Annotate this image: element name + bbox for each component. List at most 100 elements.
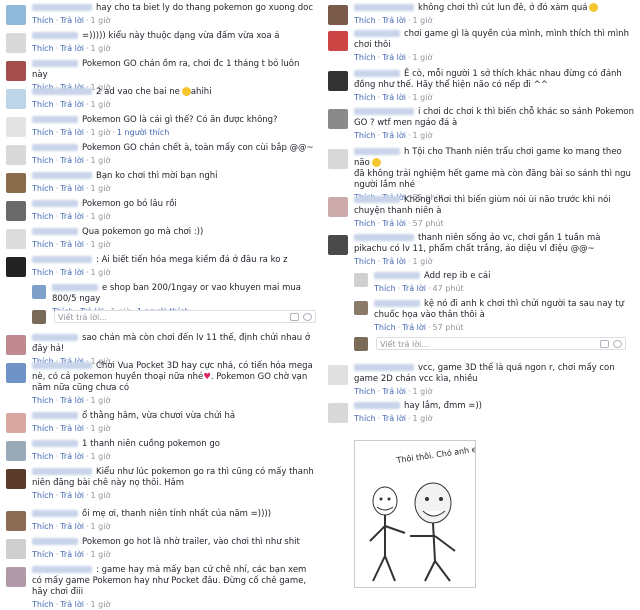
like-link[interactable]: Thích — [32, 128, 54, 137]
commenter-name[interactable] — [32, 32, 78, 39]
avatar[interactable] — [6, 145, 26, 165]
avatar[interactable] — [32, 285, 46, 299]
commenter-name[interactable] — [32, 256, 92, 263]
avatar[interactable] — [328, 5, 348, 25]
like-link[interactable]: Thích — [374, 284, 396, 293]
reply-link[interactable]: Trả lời — [382, 53, 406, 62]
reply-link[interactable]: Trả lời — [60, 212, 84, 221]
avatar[interactable] — [6, 229, 26, 249]
like-link[interactable]: Thích — [354, 16, 376, 25]
like-link[interactable]: Thích — [354, 131, 376, 140]
avatar[interactable] — [328, 235, 348, 255]
commenter-name[interactable] — [354, 196, 400, 203]
reply-link[interactable]: Trả lời — [382, 414, 406, 423]
commenter-name[interactable] — [32, 172, 92, 179]
avatar[interactable] — [328, 403, 348, 423]
reply-link[interactable]: Trả lời — [60, 600, 84, 609]
commenter-name[interactable] — [32, 538, 78, 545]
commenter-name[interactable] — [32, 440, 78, 447]
avatar[interactable] — [354, 301, 368, 315]
commenter-name[interactable] — [52, 284, 98, 291]
commenter-name[interactable] — [354, 30, 400, 37]
commenter-name[interactable] — [32, 88, 92, 95]
commenter-name[interactable] — [374, 272, 420, 279]
commenter-name[interactable] — [32, 510, 78, 517]
commenter-name[interactable] — [32, 116, 78, 123]
like-link[interactable]: Thích — [374, 323, 396, 332]
commenter-name[interactable] — [32, 566, 92, 573]
reply-link[interactable]: Trả lời — [60, 424, 84, 433]
commenter-name[interactable] — [32, 362, 92, 369]
avatar[interactable] — [6, 441, 26, 461]
avatar[interactable] — [328, 149, 348, 169]
like-link[interactable]: Thích — [32, 156, 54, 165]
like-link[interactable]: Thích — [32, 100, 54, 109]
commenter-name[interactable] — [32, 468, 92, 475]
like-link[interactable]: Thích — [32, 522, 54, 531]
like-link[interactable]: Thích — [354, 257, 376, 266]
reply-link[interactable]: Trả lời — [382, 93, 406, 102]
reply-input[interactable]: Viết trả lời... — [54, 310, 316, 323]
avatar[interactable] — [6, 89, 26, 109]
commenter-name[interactable] — [32, 200, 78, 207]
reply-link[interactable]: Trả lời — [382, 219, 406, 228]
commenter-name[interactable] — [354, 402, 400, 409]
avatar[interactable] — [6, 173, 26, 193]
like-link[interactable]: Thích — [354, 53, 376, 62]
reply-link[interactable]: Trả lời — [60, 16, 84, 25]
like-link[interactable]: Thích — [32, 184, 54, 193]
avatar[interactable] — [6, 117, 26, 137]
like-link[interactable]: Thích — [354, 93, 376, 102]
like-count-link[interactable]: 1 người thích — [117, 128, 169, 137]
avatar[interactable] — [6, 33, 26, 53]
reply-link[interactable]: Trả lời — [60, 44, 84, 53]
commenter-name[interactable] — [32, 228, 78, 235]
avatar[interactable] — [6, 257, 26, 277]
sticker-icon[interactable] — [613, 340, 622, 348]
like-link[interactable]: Thích — [32, 600, 54, 609]
reply-link[interactable]: Trả lời — [402, 323, 426, 332]
reply-link[interactable]: Trả lời — [60, 128, 84, 137]
like-link[interactable]: Thích — [32, 44, 54, 53]
like-link[interactable]: Thích — [354, 219, 376, 228]
avatar[interactable] — [6, 413, 26, 433]
like-link[interactable]: Thích — [354, 414, 376, 423]
reply-input[interactable]: Viết trả lời... — [376, 337, 626, 350]
avatar[interactable] — [328, 71, 348, 91]
avatar[interactable] — [354, 273, 368, 287]
reply-link[interactable]: Trả lời — [402, 284, 426, 293]
avatar[interactable] — [328, 365, 348, 385]
commenter-name[interactable] — [354, 364, 414, 371]
commenter-name[interactable] — [374, 300, 420, 307]
avatar[interactable] — [328, 197, 348, 217]
reply-link[interactable]: Trả lời — [60, 491, 84, 500]
avatar[interactable] — [328, 31, 348, 51]
camera-icon[interactable] — [290, 313, 299, 321]
reply-link[interactable]: Trả lời — [60, 184, 84, 193]
commenter-name[interactable] — [354, 4, 414, 11]
reply-link[interactable]: Trả lời — [60, 156, 84, 165]
avatar[interactable] — [6, 5, 26, 25]
commenter-name[interactable] — [354, 234, 414, 241]
avatar[interactable] — [6, 511, 26, 531]
reply-link[interactable]: Trả lời — [60, 452, 84, 461]
avatar[interactable] — [6, 61, 26, 81]
commenter-name[interactable] — [32, 4, 92, 11]
camera-icon[interactable] — [600, 340, 609, 348]
like-link[interactable]: Thích — [354, 387, 376, 396]
like-link[interactable]: Thích — [32, 424, 54, 433]
like-link[interactable]: Thích — [32, 452, 54, 461]
reply-link[interactable]: Trả lời — [60, 100, 84, 109]
commenter-name[interactable] — [32, 334, 78, 341]
like-link[interactable]: Thích — [32, 396, 54, 405]
like-link[interactable]: Thích — [32, 240, 54, 249]
avatar[interactable] — [328, 109, 348, 129]
like-link[interactable]: Thích — [32, 491, 54, 500]
avatar[interactable] — [6, 201, 26, 221]
reply-link[interactable]: Trả lời — [60, 268, 84, 277]
reply-link[interactable]: Trả lời — [60, 396, 84, 405]
avatar[interactable] — [6, 469, 26, 489]
sticker-icon[interactable] — [303, 313, 312, 321]
avatar[interactable] — [6, 335, 26, 355]
like-link[interactable]: Thích — [32, 16, 54, 25]
